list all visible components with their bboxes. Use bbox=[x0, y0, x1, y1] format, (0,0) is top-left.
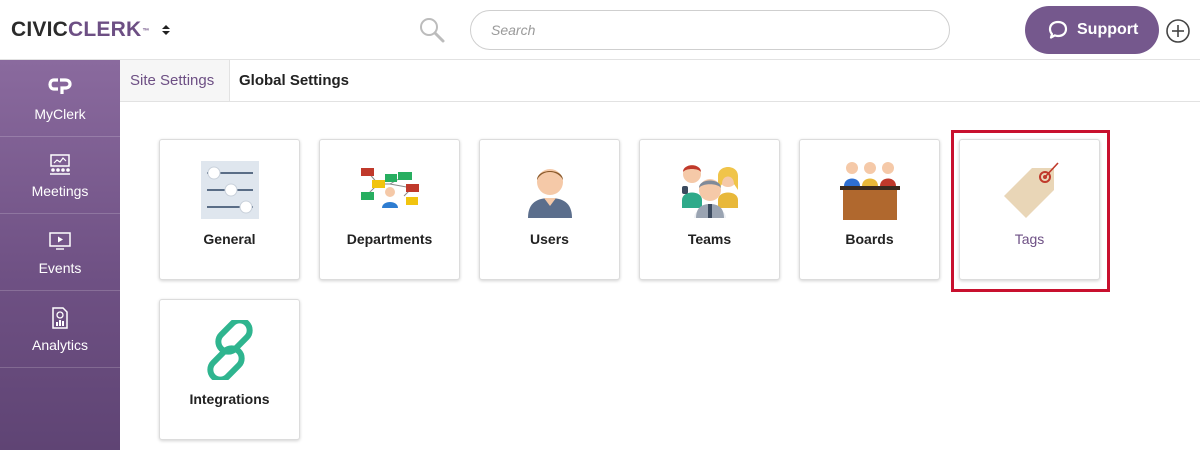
sliders-icon bbox=[201, 161, 259, 219]
top-header: CIVICCLERK™ Support bbox=[0, 0, 1200, 60]
org-chart-icon bbox=[361, 168, 419, 208]
sidebar-item-label: Meetings bbox=[31, 183, 89, 199]
tile-boards[interactable]: Boards bbox=[799, 139, 940, 280]
civicplus-logo-icon bbox=[48, 78, 72, 94]
magnifier-icon[interactable] bbox=[418, 16, 446, 44]
tile-label: General bbox=[203, 231, 256, 247]
tile-users[interactable]: Users bbox=[479, 139, 620, 280]
tile-label: Users bbox=[530, 231, 569, 247]
support-button[interactable]: Support bbox=[1025, 6, 1159, 54]
sort-arrows-icon[interactable] bbox=[160, 22, 172, 38]
report-chart-icon bbox=[52, 307, 68, 329]
user-icon bbox=[528, 169, 572, 218]
tags-highlight-box bbox=[951, 130, 1110, 292]
settings-breadcrumb: Site Settings Global Settings bbox=[120, 60, 1200, 102]
tile-label: Teams bbox=[687, 231, 732, 247]
tile-label: Departments bbox=[346, 231, 433, 247]
logo-part-clerk: CLERK bbox=[68, 18, 142, 41]
logo-trademark: ™ bbox=[142, 28, 150, 35]
tab-global-settings[interactable]: Global Settings bbox=[230, 60, 349, 101]
plus-circle-icon[interactable] bbox=[1165, 18, 1191, 44]
tile-general[interactable]: General bbox=[159, 139, 300, 280]
sidebar-nav: MyClerk Meetings Events Analytics bbox=[0, 60, 120, 450]
chat-bubble-icon bbox=[1048, 20, 1068, 39]
support-label: Support bbox=[1077, 21, 1139, 38]
civicclerk-logo[interactable]: CIVICCLERK™ bbox=[11, 19, 149, 41]
board-members-icon bbox=[840, 162, 900, 220]
logo-part-civic: CIVIC bbox=[11, 18, 69, 41]
tile-departments[interactable]: Departments bbox=[319, 139, 460, 280]
tile-integrations[interactable]: Integrations bbox=[159, 299, 300, 440]
sidebar-item-myclerk[interactable]: MyClerk bbox=[0, 60, 120, 137]
sidebar-item-analytics[interactable]: Analytics bbox=[0, 291, 120, 368]
tab-site-settings[interactable]: Site Settings bbox=[120, 60, 230, 101]
chain-link-icon bbox=[207, 320, 253, 380]
sidebar-item-label: MyClerk bbox=[34, 106, 86, 122]
tile-teams[interactable]: Teams bbox=[639, 139, 780, 280]
tile-label: Integrations bbox=[189, 391, 270, 407]
tile-label: Boards bbox=[845, 231, 894, 247]
video-player-icon bbox=[49, 232, 71, 250]
sidebar-item-label: Events bbox=[38, 260, 82, 276]
team-icon bbox=[682, 165, 738, 218]
search-input[interactable] bbox=[470, 10, 950, 50]
sidebar-item-events[interactable]: Events bbox=[0, 214, 120, 291]
meeting-board-icon bbox=[50, 154, 70, 175]
sidebar-item-label: Analytics bbox=[31, 337, 89, 353]
sidebar-item-meetings[interactable]: Meetings bbox=[0, 137, 120, 214]
